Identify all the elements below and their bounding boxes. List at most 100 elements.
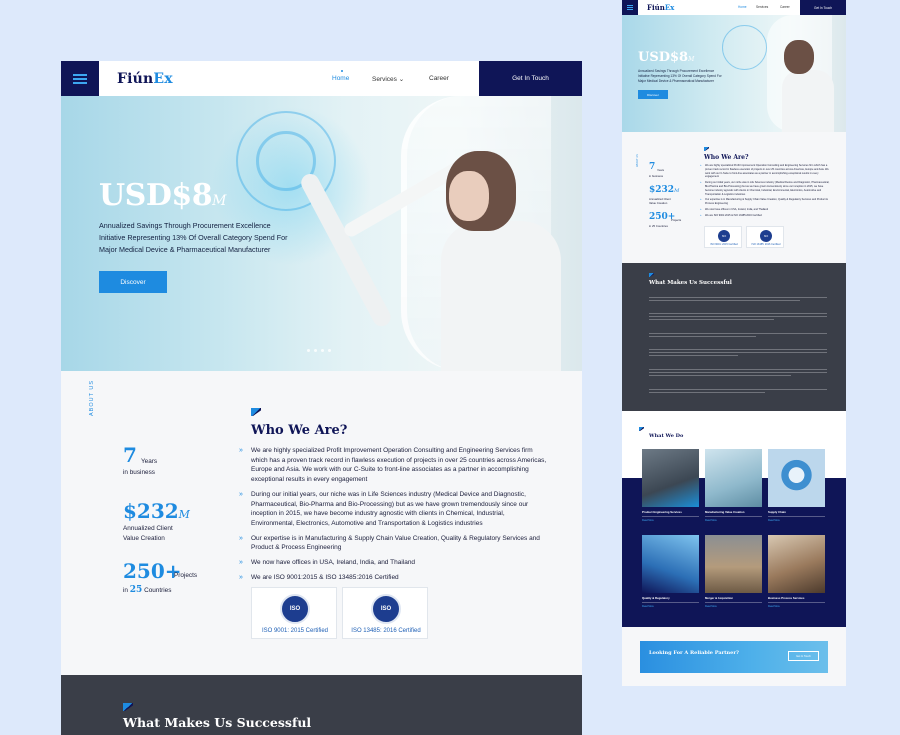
read-more-link[interactable]: Read More (705, 519, 762, 522)
chevron-right-icon: » (239, 447, 243, 454)
hero-amount-value: USD$8 (99, 178, 213, 213)
read-more-link[interactable]: Read More (642, 519, 699, 522)
stat-label-suffix: Countries (655, 224, 668, 228)
preview-nav-career[interactable]: Career (780, 5, 790, 9)
stat-label: in business (649, 174, 663, 178)
discover-button[interactable]: Discover (99, 271, 167, 293)
nav-home[interactable]: Home (332, 75, 349, 82)
service-image (705, 535, 762, 593)
nav-career[interactable]: Career (429, 75, 449, 82)
service-card[interactable]: Quality & Regulatory Read More (642, 535, 699, 608)
chevron-right-icon: » (239, 534, 243, 542)
service-card[interactable]: Business Process Services Read More (768, 535, 825, 608)
partner-get-in-touch-button[interactable]: Get In Touch (788, 651, 819, 661)
service-card[interactable]: Merger & Acquisition Read More (705, 535, 762, 608)
logo-suffix: Ex (153, 71, 173, 87)
chevron-right-icon: » (239, 573, 243, 581)
about-bullet-text: We are ISO 9001:2015 & ISO 13485:2016 Ce… (705, 213, 762, 217)
success-point (649, 347, 827, 357)
stat-unit: Years (141, 458, 158, 465)
carousel-dot[interactable] (307, 349, 310, 352)
stat-label-number: 25 (129, 585, 143, 595)
service-card[interactable]: Supply Chain Read More (768, 449, 825, 522)
get-in-touch-button[interactable]: Get In Touch (479, 61, 582, 96)
logo-suffix: Ex (664, 3, 675, 12)
service-card[interactable]: Manufacturing Value Creation Read More (705, 449, 762, 522)
site-logo[interactable]: FiúnEx (117, 71, 173, 87)
stat-label-prefix: in (649, 224, 652, 228)
preview-get-in-touch-button[interactable]: Get In Touch (800, 0, 846, 15)
service-desc-line (768, 602, 825, 603)
about-bullet: » During our initial years, our niche was… (239, 490, 549, 529)
preview-nav-home[interactable]: Home (738, 5, 747, 9)
stat-label-line: Annualized Client (123, 525, 173, 532)
read-more-link[interactable]: Read More (705, 605, 762, 608)
hamburger-icon[interactable] (622, 0, 638, 15)
service-image (768, 449, 825, 507)
stat-unit: Years (657, 168, 665, 172)
about-bullet: » We now have offices in USA, Ireland, In… (700, 208, 830, 212)
preview-logo[interactable]: FiúnEx (647, 3, 674, 12)
nav-services[interactable]: Services ⌄ (372, 75, 404, 83)
success-section: What Makes Us Successful (61, 675, 582, 735)
stat-unit: Projects (671, 218, 682, 222)
what-we-do-title: What We Do (649, 433, 684, 439)
hero-desc-line: Initiative Representing 13% Of Overall C… (99, 232, 288, 242)
hamburger-icon[interactable] (61, 61, 99, 96)
carousel-dot[interactable] (321, 349, 324, 352)
service-desc-line (705, 602, 762, 603)
read-more-link[interactable]: Read More (768, 519, 825, 522)
carousel-dot[interactable] (328, 349, 331, 352)
nav-services-label: Services (372, 76, 397, 83)
stat-value-creation: $232M (123, 499, 190, 523)
read-more-link[interactable]: Read More (768, 605, 825, 608)
hero-desc-line: Annualized Savings Through Procurement E… (99, 221, 271, 230)
read-more-link[interactable]: Read More (642, 605, 699, 608)
preview-hero: USD$8M Annualized Savings Through Procur… (622, 15, 846, 132)
service-image (768, 535, 825, 593)
cert-label: ISO 9001: 2015 Certified (710, 243, 738, 246)
about-bullet-text: We are highly specialized Profit Improve… (251, 447, 547, 484)
preview-success-section: What Makes Us Successful (622, 263, 846, 411)
who-we-are-title: Who We Are? (251, 423, 348, 438)
main-page-mockup: FiúnEx Home Services ⌄ Career Get In Tou… (61, 61, 582, 735)
about-bullet: » We are ISO 9001:2015 & ISO 13485:2016 C… (239, 573, 549, 583)
stat-label: Annualized Client Value Creation (649, 197, 671, 205)
iso-seal-icon: ISO (718, 230, 730, 242)
success-point (649, 367, 827, 377)
stat-value: $232 (649, 185, 675, 195)
preview-about-bullets: » We are highly specialized Profit Improv… (700, 164, 830, 220)
stat-label-line: Value Creation (123, 534, 165, 542)
about-bullet-text: We now have offices in USA, Ireland, Ind… (705, 207, 769, 211)
section-flag-icon (123, 703, 133, 711)
success-title: What Makes Us Successful (123, 715, 312, 730)
stat-label: in 25 Countries (649, 224, 668, 228)
preview-partner-section: Looking For A Reliable Partner? Get In T… (622, 627, 846, 686)
cert-label: ISO 13485: 2016 Certified (351, 628, 421, 634)
cert-badge-13485: ISO ISO 13485: 2016 Certified (342, 587, 428, 639)
stat-label: in business (123, 469, 155, 476)
chevron-right-icon: » (700, 198, 702, 202)
about-bullet: » Our expertise is in Manufacturing & Sup… (700, 198, 830, 206)
cert-badge-9001: ISO ISO 9001: 2015 Certified (251, 587, 337, 639)
iso-seal-icon: ISO (760, 230, 772, 242)
section-flag-icon (704, 147, 709, 151)
success-point (649, 295, 827, 303)
stat-label-number: 25 (651, 224, 656, 228)
carousel-dot[interactable] (314, 349, 317, 352)
preview-discover-button[interactable]: Discover (638, 90, 668, 99)
cert-label: ISO 9001: 2015 Certified (261, 628, 329, 634)
service-name: Business Process Services (768, 596, 805, 600)
service-name: Manufacturing Value Creation (705, 510, 745, 514)
stat-label-line: Value Creation (649, 201, 668, 205)
about-bullet-list: » We are highly specialized Profit Improv… (239, 446, 549, 587)
service-card[interactable]: Product Engineering Services Read More (642, 449, 699, 522)
stat-projects: 250+ (123, 559, 182, 583)
service-name: Supply Chain (768, 510, 786, 514)
preview-nav-services[interactable]: Services (756, 5, 768, 9)
site-header: FiúnEx Home Services ⌄ Career Get In Tou… (61, 61, 582, 96)
about-vertical-label: ABOUT US (89, 379, 95, 416)
about-vertical-label: ABOUT US (636, 154, 639, 167)
stat-value: 7 (123, 443, 137, 467)
about-bullet: » We now have offices in USA, Ireland, In… (239, 558, 549, 568)
